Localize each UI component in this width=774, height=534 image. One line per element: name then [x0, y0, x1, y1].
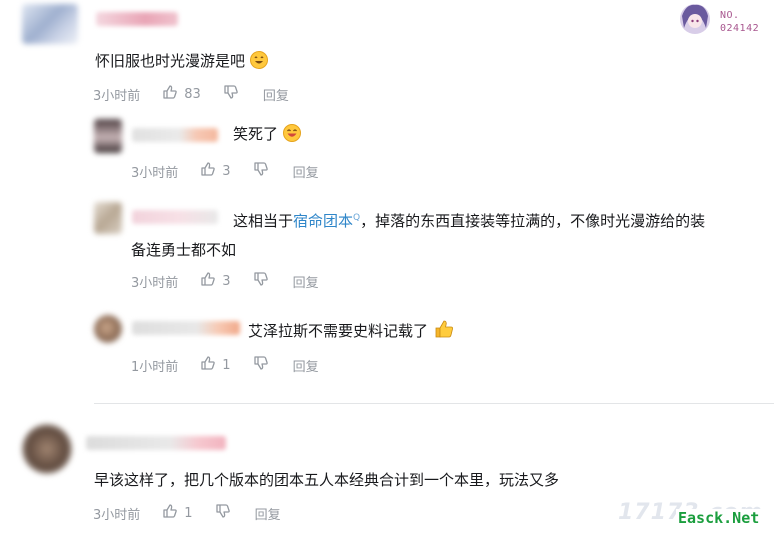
like-button[interactable]: [200, 161, 216, 181]
thumbs-up-icon: [200, 271, 216, 291]
like-button[interactable]: [162, 84, 178, 104]
badge-label: NO.: [720, 10, 740, 21]
reply-username[interactable]: [132, 128, 218, 142]
reply-text-continued: 备连勇士都不如: [131, 241, 237, 259]
reply-avatar[interactable]: [94, 202, 122, 234]
thumbs-up-icon: [162, 503, 178, 523]
reply-meta: 3小时前 3 回复: [131, 271, 319, 291]
reply-avatar[interactable]: [94, 315, 122, 343]
thumbs-down-icon: [253, 355, 269, 375]
thumbs-up-icon: [200, 161, 216, 181]
dislike-button[interactable]: [253, 161, 269, 181]
thumbs-down-icon: [253, 161, 269, 181]
reply-text: 艾泽拉斯不需要史料记载了: [248, 318, 455, 345]
reply-button[interactable]: 回复: [293, 272, 319, 291]
comment-divider: [94, 403, 774, 404]
thumbs-up-icon: [162, 84, 178, 104]
comment-text: 怀旧服也时光漫游是吧: [95, 51, 268, 71]
reply-button[interactable]: 回复: [293, 162, 319, 181]
reply-time: 3小时前: [131, 275, 179, 291]
reply-meta: 1小时前 1 回复: [131, 355, 319, 375]
badge-number: 024142: [720, 23, 760, 34]
link-raid-instance[interactable]: 宿命团本Q: [293, 212, 360, 230]
thumbs-down-icon: [215, 503, 231, 523]
comment-meta: 3小时前 1 回复: [93, 503, 281, 523]
thumbs-down-icon: [223, 84, 239, 104]
like-count: 3: [222, 273, 231, 289]
reply-text: 笑死了: [233, 124, 301, 144]
reply-button[interactable]: 回复: [263, 85, 289, 104]
thumbs-up-icon: [200, 355, 216, 375]
reply-time: 1小时前: [131, 359, 179, 375]
like-count: 83: [184, 86, 201, 102]
reply-meta: 3小时前 3 回复: [131, 161, 319, 181]
comment-text: 早该这样了，把几个版本的团本五人本经典合计到一个本里，玩法又多: [94, 471, 560, 489]
user-badge: NO. 024142: [676, 2, 772, 38]
like-button[interactable]: [162, 503, 178, 523]
watermark-easck: Easck.Net: [676, 509, 762, 527]
like-button[interactable]: [200, 271, 216, 291]
reply-username[interactable]: [132, 321, 240, 335]
username[interactable]: [86, 436, 226, 450]
reply-avatar[interactable]: [94, 119, 122, 153]
laugh-emoji-icon: [282, 124, 301, 142]
dislike-button[interactable]: [223, 84, 239, 104]
avatar[interactable]: [22, 424, 72, 474]
thumbs-down-icon: [253, 271, 269, 291]
dislike-button[interactable]: [253, 355, 269, 375]
dislike-button[interactable]: [253, 271, 269, 291]
reply-time: 3小时前: [131, 165, 179, 181]
anime-avatar-icon: [678, 2, 712, 36]
dislike-button[interactable]: [215, 503, 231, 523]
like-count: 3: [222, 163, 231, 179]
thumbs-up-emoji-icon: [433, 318, 455, 345]
like-count: 1: [184, 505, 193, 521]
reply-button[interactable]: 回复: [293, 356, 319, 375]
username[interactable]: [96, 12, 178, 26]
avatar[interactable]: [22, 4, 78, 44]
comment-time: 3小时前: [93, 88, 141, 104]
like-count: 1: [222, 357, 231, 373]
reply-text: 这相当于宿命团本Q，掉落的东西直接装等拉满的，不像时光漫游给的装: [233, 212, 706, 230]
comment-meta: 3小时前 83 回复: [93, 84, 289, 104]
laugh-emoji-icon: [249, 51, 268, 69]
comment-time: 3小时前: [93, 507, 141, 523]
like-button[interactable]: [200, 355, 216, 375]
reply-button[interactable]: 回复: [255, 504, 281, 523]
reply-username[interactable]: [132, 210, 218, 224]
